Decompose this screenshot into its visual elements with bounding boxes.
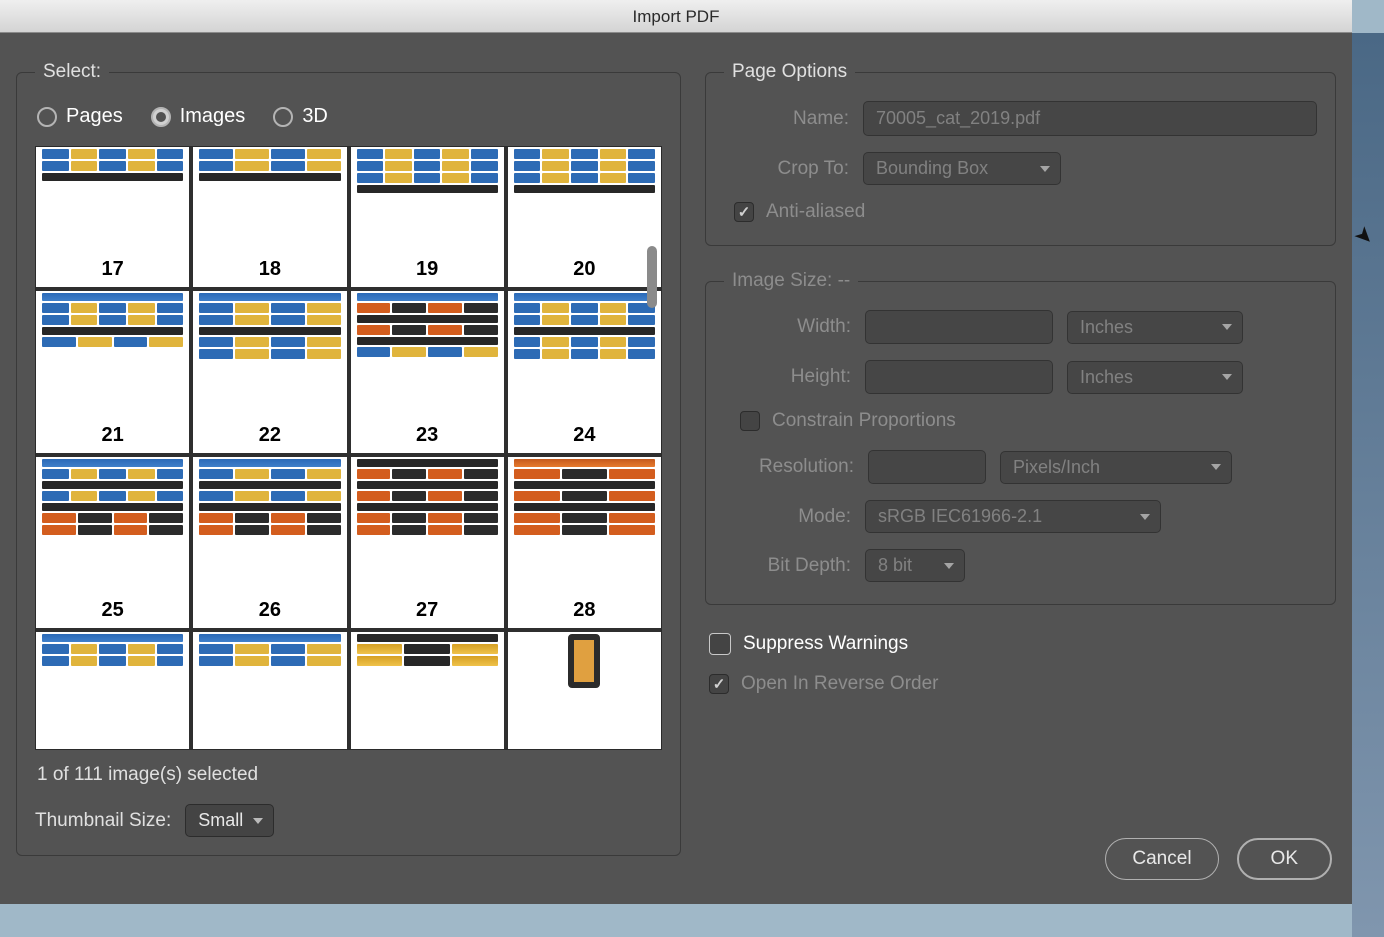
scrollbar-thumb[interactable] bbox=[647, 246, 657, 308]
thumbnail-item[interactable]: 22 bbox=[193, 291, 346, 453]
thumbnail-item[interactable]: 23 bbox=[351, 291, 504, 453]
thumbnail-size-label: Thumbnail Size: bbox=[35, 810, 171, 832]
mode-value: sRGB IEC61966-2.1 bbox=[878, 506, 1042, 527]
cancel-button[interactable]: Cancel bbox=[1105, 838, 1218, 880]
width-unit-value: Inches bbox=[1080, 317, 1133, 338]
resolution-input bbox=[868, 450, 986, 484]
radio-dot-icon bbox=[37, 107, 57, 127]
radio-dot-icon bbox=[273, 107, 293, 127]
open-reverse-order-label: Open In Reverse Order bbox=[741, 673, 938, 695]
thumbnail-number: 19 bbox=[351, 254, 504, 287]
thumbnail-number: 25 bbox=[36, 595, 189, 628]
radio-pages[interactable]: Pages bbox=[37, 105, 123, 128]
height-input bbox=[865, 360, 1053, 394]
thumbnail-scrollbar[interactable] bbox=[642, 146, 660, 750]
name-value: 70005_cat_2019.pdf bbox=[876, 108, 1040, 129]
thumbnail-number: 24 bbox=[508, 420, 661, 453]
thumbnail-item[interactable]: 28 bbox=[508, 457, 661, 629]
thumbnail-number: 28 bbox=[508, 595, 661, 628]
radio-pages-label: Pages bbox=[66, 105, 123, 128]
crop-to-select: Bounding Box bbox=[863, 152, 1061, 185]
anti-aliased-label: Anti-aliased bbox=[766, 201, 865, 223]
cursor-arrow-icon: ➤ bbox=[1349, 220, 1380, 251]
image-size-fieldset: Image Size: -- Width: Inches Height: Inc… bbox=[705, 270, 1336, 605]
radio-dot-icon bbox=[151, 107, 171, 127]
thumbnail-item[interactable]: 17 bbox=[36, 147, 189, 287]
anti-aliased-checkbox bbox=[734, 202, 754, 222]
mode-select: sRGB IEC61966-2.1 bbox=[865, 500, 1161, 533]
mode-label: Mode: bbox=[726, 506, 851, 528]
image-size-legend: Image Size: -- bbox=[724, 270, 858, 292]
cancel-button-label: Cancel bbox=[1132, 848, 1191, 869]
page-options-legend: Page Options bbox=[724, 61, 855, 83]
thumbnail-number: 17 bbox=[36, 254, 189, 287]
resolution-unit-select: Pixels/Inch bbox=[1000, 451, 1232, 484]
resolution-unit-value: Pixels/Inch bbox=[1013, 457, 1100, 478]
bit-depth-label: Bit Depth: bbox=[726, 555, 851, 577]
dialog-title: Import PDF bbox=[0, 0, 1352, 33]
ok-button-label: OK bbox=[1271, 848, 1298, 869]
import-pdf-dialog: Import PDF Select: Pages Images 3 bbox=[0, 0, 1352, 904]
radio-images-label: Images bbox=[180, 105, 246, 128]
thumbnail-item[interactable]: 24 bbox=[508, 291, 661, 453]
height-unit-value: Inches bbox=[1080, 367, 1133, 388]
constrain-proportions-checkbox bbox=[740, 411, 760, 431]
height-label: Height: bbox=[726, 366, 851, 388]
selection-status: 1 of 111 image(s) selected bbox=[37, 764, 662, 786]
open-reverse-order-checkbox bbox=[709, 674, 729, 694]
page-options-fieldset: Page Options Name: 70005_cat_2019.pdf Cr… bbox=[705, 61, 1336, 246]
thumbnail-item[interactable]: 32 bbox=[508, 632, 661, 749]
thumbnail-number: 18 bbox=[193, 254, 346, 287]
radio-images[interactable]: Images bbox=[151, 105, 246, 128]
thumbnail-size-select[interactable]: Small bbox=[185, 804, 274, 837]
radio-3d[interactable]: 3D bbox=[273, 105, 328, 128]
width-input bbox=[865, 310, 1053, 344]
thumbnail-item[interactable]: 29 bbox=[36, 632, 189, 749]
width-unit-select: Inches bbox=[1067, 311, 1243, 344]
thumbnail-item[interactable]: 30 bbox=[193, 632, 346, 749]
suppress-warnings-label: Suppress Warnings bbox=[743, 633, 908, 655]
thumbnail-item[interactable]: 27 bbox=[351, 457, 504, 629]
thumbnail-number: 27 bbox=[351, 595, 504, 628]
resolution-label: Resolution: bbox=[726, 456, 854, 478]
thumbnail-item[interactable]: 26 bbox=[193, 457, 346, 629]
thumbnail-item[interactable]: 21 bbox=[36, 291, 189, 453]
thumbnail-item[interactable]: 19 bbox=[351, 147, 504, 287]
select-fieldset: Select: Pages Images 3D bbox=[16, 61, 681, 856]
background-panel-sliver: ➤ bbox=[1352, 33, 1384, 937]
crop-to-value: Bounding Box bbox=[876, 158, 988, 179]
thumbnail-number: 26 bbox=[193, 595, 346, 628]
ok-button[interactable]: OK bbox=[1237, 838, 1332, 880]
thumbnail-number: 23 bbox=[351, 420, 504, 453]
thumbnail-item[interactable]: 25 bbox=[36, 457, 189, 629]
thumbnail-number: 21 bbox=[36, 420, 189, 453]
thumbnail-item[interactable]: 18 bbox=[193, 147, 346, 287]
constrain-proportions-label: Constrain Proportions bbox=[772, 410, 956, 432]
width-label: Width: bbox=[726, 316, 851, 338]
bit-depth-value: 8 bit bbox=[878, 555, 912, 576]
select-legend: Select: bbox=[35, 61, 109, 83]
thumbnail-number: 20 bbox=[508, 254, 661, 287]
name-label: Name: bbox=[724, 108, 849, 130]
thumbnail-item[interactable]: 31 bbox=[351, 632, 504, 749]
name-input: 70005_cat_2019.pdf bbox=[863, 101, 1317, 136]
bit-depth-select: 8 bit bbox=[865, 549, 965, 582]
thumbnail-item[interactable]: 20 bbox=[508, 147, 661, 287]
thumbnail-grid[interactable]: 17 18 19 20 bbox=[35, 146, 662, 750]
height-unit-select: Inches bbox=[1067, 361, 1243, 394]
suppress-warnings-checkbox[interactable] bbox=[709, 633, 731, 655]
crop-to-label: Crop To: bbox=[724, 158, 849, 180]
thumbnail-number: 22 bbox=[193, 420, 346, 453]
thumbnail-size-value: Small bbox=[198, 810, 243, 831]
radio-3d-label: 3D bbox=[302, 105, 328, 128]
